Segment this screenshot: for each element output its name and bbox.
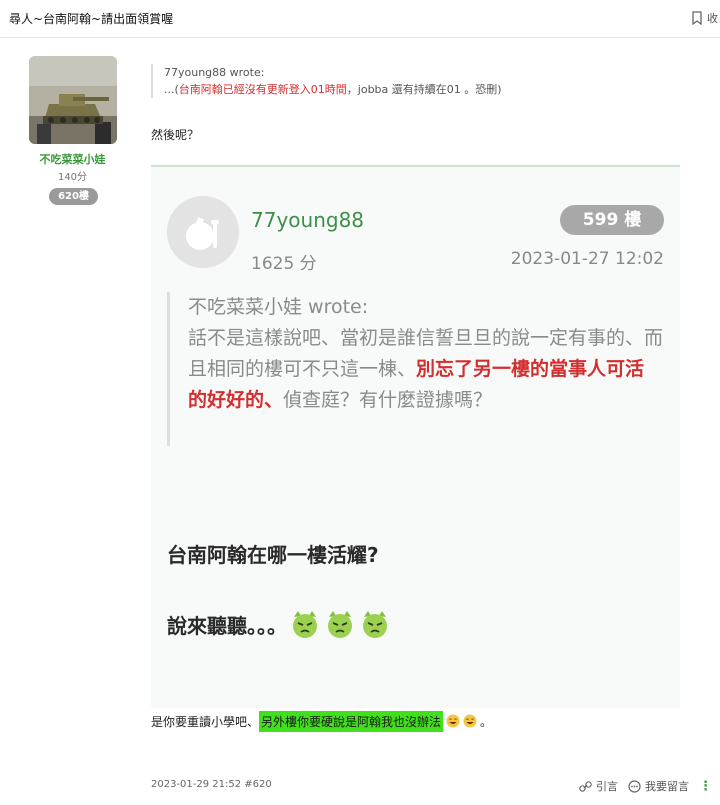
post-actions: 引言 我要留言 ⋮ bbox=[579, 778, 712, 794]
author-points: 140分 bbox=[57, 172, 88, 183]
quote-link-icon bbox=[579, 780, 592, 792]
post-reply-text: 然後呢？ bbox=[151, 128, 200, 142]
grumpy-face-icon bbox=[293, 611, 317, 638]
embedded-line-2-text: 說來聽聽。。。 bbox=[167, 613, 287, 638]
embedded-line-2: 說來聽聽。。。 bbox=[167, 608, 391, 640]
embedded-quote-text-2: 偵查庭？有什麼證據嗎？ bbox=[283, 389, 493, 411]
embedded-date: 2023-01-27 12:02 bbox=[510, 249, 664, 269]
reply-button[interactable]: 我要留言 bbox=[628, 778, 689, 794]
bookmark-label: 收 bbox=[707, 12, 718, 25]
embedded-post-image: 77young88 1625 分 599 樓 2023-01-27 12:02 … bbox=[151, 165, 680, 708]
quote-text: ...(台南阿翰已經沒有更新登入01時間，jobba 還有持續在01 。恐刪) bbox=[164, 81, 691, 98]
reply-button-label: 我要留言 bbox=[645, 780, 689, 793]
quote-prefix: ...( bbox=[164, 83, 179, 96]
embedded-quote-body: 話不是這樣說吧、當初是誰信誓旦旦的說一定有事的、而且相同的樓可不只這一棟、別忘了… bbox=[188, 323, 663, 416]
final-text: 是你要重讀小學吧、 bbox=[151, 714, 260, 729]
post-final-line: 是你要重讀小學吧、 另外樓你要硬說是阿翰我也沒辦法 。 bbox=[151, 710, 492, 732]
floor-badge: 620樓 bbox=[49, 188, 98, 205]
embedded-username: 77young88 bbox=[251, 208, 365, 232]
grumpy-face-icon bbox=[363, 611, 387, 638]
quote-suffix: ，jobba 還有持續在01 。恐刪) bbox=[346, 83, 502, 96]
post-meta: 2023-01-29 21:52 #620 bbox=[151, 779, 272, 790]
author-name[interactable]: 不吃菜菜小娃 bbox=[0, 151, 145, 167]
topic-header: 尋人~台南阿翰~請出面領賞喔 收 bbox=[0, 0, 720, 38]
embedded-floor-badge: 599 樓 bbox=[560, 205, 664, 235]
quote-author: 77young88 wrote: bbox=[164, 66, 265, 79]
topic-title: 尋人~台南阿翰~請出面領賞喔 bbox=[9, 12, 174, 26]
embedded-points: 1625 分 bbox=[251, 254, 317, 274]
final-suffix: 。 bbox=[480, 714, 493, 729]
grumpy-face-icon bbox=[328, 611, 352, 638]
embedded-quote: 不吃菜菜小娃 wrote: 話不是這樣說吧、當初是誰信誓旦旦的說一定有事的、而且… bbox=[167, 292, 663, 446]
author-avatar[interactable] bbox=[29, 56, 117, 144]
quote-button[interactable]: 引言 bbox=[579, 778, 618, 794]
bookmark-button[interactable]: 收 bbox=[691, 10, 718, 26]
more-options-icon[interactable]: ⋮ bbox=[699, 779, 712, 794]
highlighted-text: 另外樓你要硬說是阿翰我也沒辦法 bbox=[259, 710, 444, 732]
embedded-line-1: 台南阿翰在哪一樓活耀? bbox=[167, 543, 379, 567]
bookmark-icon bbox=[692, 11, 702, 25]
laughing-emoji-icon bbox=[446, 714, 460, 728]
embedded-quote-author: 不吃菜菜小娃 wrote: bbox=[188, 296, 369, 318]
comment-icon bbox=[628, 779, 641, 793]
post-quote: 77young88 wrote: ...(台南阿翰已經沒有更新登入01時間，jo… bbox=[151, 64, 691, 98]
quote-red-text: 台南阿翰已經沒有更新登入01時間 bbox=[178, 83, 347, 96]
quote-button-label: 引言 bbox=[596, 780, 618, 793]
laughing-emoji-icon bbox=[463, 714, 477, 728]
embedded-avatar bbox=[167, 196, 239, 268]
